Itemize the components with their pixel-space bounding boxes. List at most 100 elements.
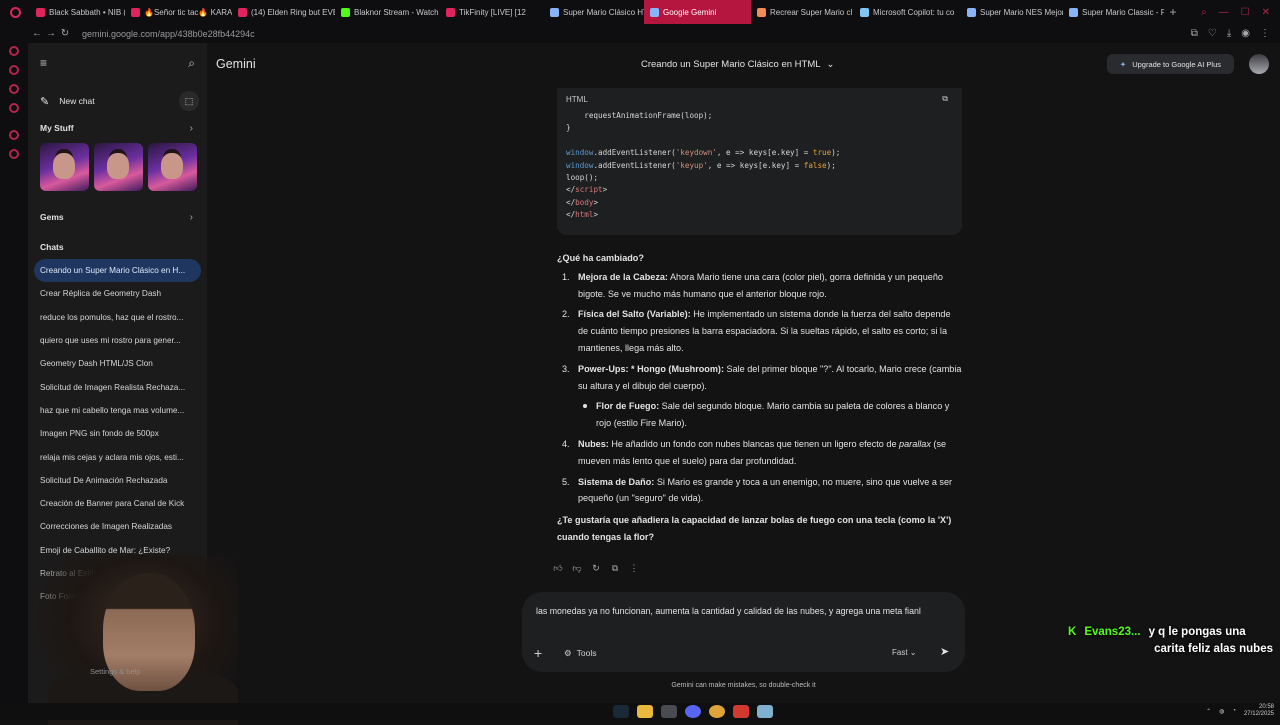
image-thumbnail[interactable] — [148, 143, 197, 191]
forward-icon[interactable]: → — [44, 28, 58, 39]
file-explorer-icon[interactable] — [637, 705, 653, 718]
rail-messenger-icon[interactable] — [9, 65, 19, 75]
app-icon[interactable] — [733, 705, 749, 718]
browser-tab[interactable]: Google Gemini — [644, 0, 751, 24]
follow-up-question: ¿Te gustaría que añadiera la capacidad d… — [557, 515, 952, 542]
chat-history-item[interactable]: quiero que uses mi rostro para gener... — [34, 329, 201, 352]
tab-label: Super Mario Clásico HT — [563, 7, 644, 17]
chat-history-item[interactable]: Creando un Super Mario Clásico en H... — [34, 259, 201, 283]
chat-username: Evans23... — [1084, 626, 1141, 638]
menu-icon[interactable]: ⋮ — [1260, 28, 1270, 39]
rail-history-icon[interactable] — [9, 130, 19, 140]
volume-icon[interactable]: ◔ — [1232, 708, 1236, 714]
browser-tab[interactable]: Black Sabbath • NIB (O — [30, 0, 125, 24]
chrome-icon[interactable] — [709, 705, 725, 718]
new-tab-icon[interactable]: + — [1164, 5, 1182, 19]
browser-tab[interactable]: Super Mario NES Mejor — [961, 0, 1063, 24]
browser-tab[interactable]: (14) Elden Ring but EVE — [232, 0, 335, 24]
maximize-icon[interactable]: ☐ — [1241, 7, 1250, 18]
tab-favicon-icon — [238, 7, 247, 17]
chat-history-item[interactable]: Correcciones de Imagen Realizadas — [34, 515, 201, 538]
bookmark-icon[interactable]: ♡ — [1208, 28, 1217, 39]
tools-label: Tools — [576, 648, 597, 658]
browser-tab[interactable]: 🔥Señor tic tac🔥 KARA — [125, 0, 232, 24]
thumbs-up-icon[interactable]: 👍︎ — [552, 563, 564, 574]
minimize-icon[interactable]: — — [1219, 7, 1229, 18]
gemini-brand[interactable]: Gemini — [207, 57, 537, 71]
app-icon[interactable] — [661, 705, 677, 718]
hamburger-menu-icon[interactable]: ≡ — [40, 56, 47, 70]
edit-icon: ✎ — [40, 95, 50, 108]
rail-home-icon[interactable] — [9, 46, 19, 56]
reload-icon[interactable]: ↻ — [58, 28, 72, 39]
browser-tab[interactable]: Microsoft Copilot: tu co — [854, 0, 961, 24]
search-tabs-icon[interactable]: ⌕ — [1201, 7, 1207, 18]
download-icon[interactable]: ⤓ — [1227, 28, 1231, 39]
install-app-icon[interactable]: ⧉ — [1191, 28, 1198, 39]
regenerate-icon[interactable]: ↻ — [590, 563, 602, 574]
browser-tab[interactable]: Super Mario Classic - F — [1063, 0, 1164, 24]
temporary-chat-icon[interactable]: ⬚ — [179, 91, 199, 111]
chat-history-item[interactable]: Crear Réplica de Geometry Dash — [34, 282, 201, 305]
chat-history-item[interactable]: haz que mi cabello tenga mas volume... — [34, 399, 201, 422]
browser-tab[interactable]: Super Mario Clásico HT — [544, 0, 644, 24]
chats-heading: Chats — [40, 242, 64, 252]
model-response: ¿Qué ha cambiado? 1. Mejora de la Cabeza:… — [557, 250, 962, 546]
profile-icon[interactable]: ◉ — [1241, 28, 1250, 39]
tab-favicon-icon — [341, 7, 350, 17]
my-stuff-header[interactable]: My Stuff › — [28, 119, 207, 137]
image-thumbnail[interactable] — [40, 143, 89, 191]
discord-icon[interactable] — [685, 705, 701, 718]
tab-favicon-icon — [36, 7, 45, 17]
chat-history-item[interactable]: relaja mis cejas y aclara mis ojos, esti… — [34, 445, 201, 468]
chat-history-item[interactable]: reduce los pomulos, haz que el rostro... — [34, 306, 201, 329]
thumbs-down-icon[interactable]: 👎︎ — [571, 563, 583, 574]
clock[interactable]: 20:58 27/12/2025 — [1244, 704, 1274, 718]
tab-label: Microsoft Copilot: tu co — [873, 7, 955, 17]
add-attachment-icon[interactable]: + — [534, 645, 542, 661]
model-mode-selector[interactable]: Fast ⌄ — [892, 648, 917, 657]
url-field[interactable]: gemini.google.com/app/438b0e28fb44294c — [82, 29, 255, 39]
browser-tab[interactable]: TikFinity [LIVE] [12 — [440, 0, 544, 24]
browser-tab[interactable]: Blaknor Stream - Watch — [335, 0, 440, 24]
chat-history-item[interactable]: Creación de Banner para Canal de Kick — [34, 492, 201, 515]
app-icon[interactable] — [757, 705, 773, 718]
tab-favicon-icon — [967, 7, 976, 17]
copy-response-icon[interactable]: ⧉ — [609, 563, 621, 574]
more-options-icon[interactable]: ⋮ — [628, 563, 640, 574]
browser-logo-icon[interactable] — [0, 0, 30, 24]
chat-history-item[interactable]: Imagen PNG sin fondo de 500px — [34, 422, 201, 445]
search-icon[interactable]: ⌕ — [188, 56, 195, 71]
tools-button[interactable]: ⚙ Tools — [564, 648, 596, 659]
settings-partial-label: Settings & help — [90, 667, 141, 676]
copy-icon[interactable]: ⧉ — [942, 94, 948, 104]
new-chat-button[interactable]: ✎ New chat ⬚ — [28, 89, 207, 113]
rail-whatsapp-icon[interactable] — [9, 103, 19, 113]
rail-music-icon[interactable] — [9, 84, 19, 94]
chevron-right-icon: › — [189, 211, 193, 223]
send-icon[interactable]: ➤ — [940, 645, 949, 658]
network-icon[interactable]: ◍ — [1219, 708, 1224, 715]
chat-history-item[interactable]: Solicitud De Animación Rechazada — [34, 469, 201, 492]
gems-header[interactable]: Gems › — [28, 208, 207, 226]
code-block: HTML ⧉ requestAnimationFrame(loop); } wi… — [557, 88, 962, 235]
rail-settings-icon[interactable] — [9, 149, 19, 159]
avatar[interactable] — [1249, 54, 1269, 74]
close-window-icon[interactable]: ✕ — [1262, 7, 1270, 18]
prompt-input[interactable]: las monedas ya no funcionan, aumenta la … — [536, 604, 946, 619]
tab-favicon-icon — [446, 7, 455, 17]
back-icon[interactable]: ← — [30, 28, 44, 39]
upgrade-label: Upgrade to Google AI Plus — [1132, 59, 1221, 69]
chat-history-item[interactable]: Geometry Dash HTML/JS Clon — [34, 352, 201, 375]
upgrade-button[interactable]: ✦ Upgrade to Google AI Plus — [1106, 54, 1234, 74]
tray-chevron-icon[interactable]: ⌃ — [1206, 708, 1211, 715]
browser-tab[interactable]: Recrear Super Mario cl — [751, 0, 854, 24]
tab-favicon-icon — [860, 7, 869, 17]
image-thumbnail[interactable] — [94, 143, 143, 191]
prompt-composer[interactable]: las monedas ya no funcionan, aumenta la … — [522, 592, 965, 672]
steam-icon[interactable] — [613, 705, 629, 718]
response-heading: ¿Qué ha cambiado? — [557, 253, 644, 263]
chat-history-item[interactable]: Solicitud de Imagen Realista Rechaza... — [34, 375, 201, 398]
conversation-title[interactable]: Creando un Super Mario Clásico en HTML ⌄ — [641, 59, 835, 70]
tab-label: Recrear Super Mario cl — [770, 7, 853, 17]
